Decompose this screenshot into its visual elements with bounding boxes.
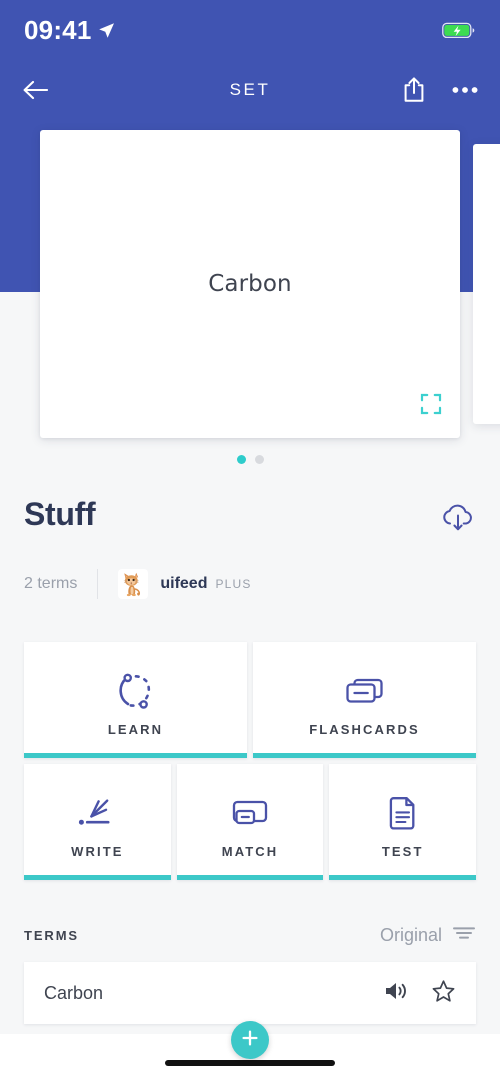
filter-sort-icon: [452, 925, 476, 946]
flashcard-carousel[interactable]: Carbon: [0, 130, 500, 442]
expand-fullscreen-icon[interactable]: [420, 393, 442, 420]
terms-count: 2 terms: [24, 575, 78, 592]
study-modes-row-2: WRITE MATCH TEST: [24, 764, 477, 880]
study-mode-write[interactable]: WRITE: [24, 764, 171, 880]
study-mode-label: MATCH: [221, 843, 279, 859]
status-time: 09:41: [24, 14, 92, 45]
status-bar-left: 09:41: [24, 15, 115, 46]
set-meta-row: 2 terms uifeed PLUS: [24, 568, 252, 600]
term-row-actions: [383, 979, 456, 1008]
cat-avatar[interactable]: [118, 569, 149, 599]
set-title: Stuff: [24, 496, 96, 532]
page-dot-2[interactable]: [254, 455, 264, 464]
quizlet-set-screen: 09:41 SET Carbon Stuff 2 terms uifeed PL…: [0, 0, 500, 1080]
author-plus-badge: PLUS: [215, 577, 252, 591]
test-document-icon: [380, 786, 426, 842]
study-mode-label: TEST: [381, 843, 424, 859]
home-indicator[interactable]: [165, 1060, 335, 1066]
match-cards-icon: [227, 786, 273, 842]
study-mode-test[interactable]: TEST: [329, 764, 477, 880]
flashcard-term: Carbon: [208, 271, 292, 297]
write-pencil-icon: [74, 786, 120, 842]
study-modes-row-1: LEARN FLASHCARDS: [24, 642, 476, 758]
add-term-fab[interactable]: [231, 1021, 269, 1059]
set-title-row: Stuff: [0, 496, 500, 539]
star-outline-icon[interactable]: [431, 979, 456, 1008]
table-row[interactable]: Carbon: [24, 962, 476, 1024]
study-mode-label: LEARN: [107, 721, 164, 737]
terms-sort-value: Original: [379, 924, 442, 945]
study-modes: LEARN FLASHCARDS WRITE MATCH TEST: [24, 642, 477, 886]
study-mode-label: FLASHCARDS: [309, 721, 420, 737]
cloud-download-icon[interactable]: [440, 502, 476, 539]
author-name[interactable]: uifeed: [160, 575, 207, 593]
page-dot-1[interactable]: [236, 455, 246, 464]
study-mode-label: WRITE: [71, 843, 124, 859]
location-arrow-icon: [98, 15, 115, 46]
status-bar: 09:41: [0, 0, 500, 60]
carousel-page-dots: [0, 455, 500, 464]
flashcard-current[interactable]: Carbon: [40, 130, 460, 438]
terms-sort-control[interactable]: Original: [380, 925, 476, 946]
term-text: Carbon: [44, 982, 104, 1003]
share-icon[interactable]: [402, 76, 426, 104]
plus-icon: [241, 1029, 259, 1052]
flashcards-stack-icon: [342, 664, 388, 720]
more-options-icon[interactable]: [452, 86, 478, 94]
terms-section-label: TERMS: [24, 927, 79, 943]
learn-circle-icon: [113, 664, 159, 720]
study-mode-flashcards[interactable]: FLASHCARDS: [253, 642, 476, 758]
speaker-icon[interactable]: [383, 980, 409, 1007]
study-mode-learn[interactable]: LEARN: [24, 642, 247, 758]
meta-divider: [97, 569, 99, 599]
flashcard-next-preview[interactable]: [473, 144, 500, 424]
battery-charging-icon: [442, 22, 476, 39]
navigation-bar: SET: [0, 60, 500, 120]
back-arrow-icon[interactable]: [22, 79, 48, 101]
terms-section-header: TERMS Original: [0, 912, 500, 958]
study-mode-match[interactable]: MATCH: [176, 764, 324, 880]
